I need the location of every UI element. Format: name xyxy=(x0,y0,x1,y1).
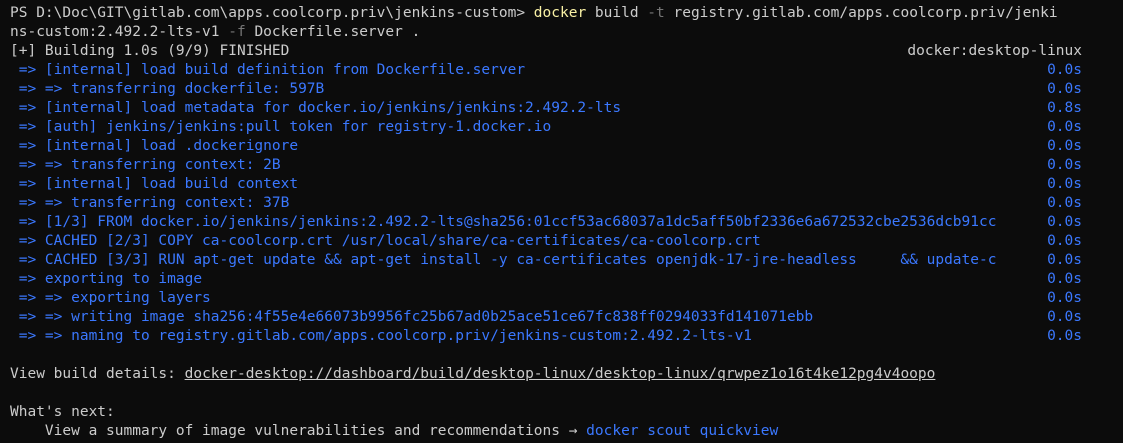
build-step-time: 0.0s xyxy=(1047,138,1082,154)
build-step-time: 0.0s xyxy=(1047,328,1082,344)
build-step-time: 0.0s xyxy=(1047,62,1082,78)
flag-t: -t xyxy=(647,5,665,21)
build-step-text: => => transferring dockerfile: 597B xyxy=(10,81,325,97)
build-step: => => transferring dockerfile: 597B 0.0s xyxy=(10,80,1082,99)
prompt-path: PS D:\Doc\GIT\gitlab.com\apps.coolcorp.p… xyxy=(10,5,534,21)
command-docker: docker xyxy=(533,5,587,21)
build-step-text: => => naming to registry.gitlab.com/apps… xyxy=(10,328,753,344)
command-line-2: ns-custom:2.492.2-lts-v1 -f Dockerfile.s… xyxy=(10,23,1123,42)
build-step-time: 0.0s xyxy=(1047,271,1082,287)
build-step-time: 0.0s xyxy=(1047,309,1082,325)
build-step: => => exporting layers 0.0s xyxy=(10,289,1082,308)
build-step-text: => => writing image sha256:4f55e4e66073b… xyxy=(10,309,814,325)
build-context: docker:desktop-linux xyxy=(907,43,1082,59)
build-step-time: 0.0s xyxy=(1047,195,1082,211)
build-step: => CACHED [3/3] RUN apt-get update && ap… xyxy=(10,251,1082,270)
terminal-window[interactable]: PS D:\Doc\GIT\gitlab.com\apps.coolcorp.p… xyxy=(0,0,1123,443)
build-step: => => naming to registry.gitlab.com/apps… xyxy=(10,327,1082,346)
build-step: => [internal] load build definition from… xyxy=(10,61,1082,80)
build-step-time: 0.0s xyxy=(1047,81,1082,97)
build-step-time: 0.0s xyxy=(1047,233,1082,249)
build-step-text: => [internal] load metadata for docker.i… xyxy=(10,100,622,116)
build-step-text: => [internal] load build definition from… xyxy=(10,62,526,78)
scout-quickview-command: docker scout quickview xyxy=(586,423,779,439)
build-step-text: => CACHED [2/3] COPY ca-coolcorp.crt /us… xyxy=(10,233,761,249)
build-step-time: 0.8s xyxy=(1047,100,1082,116)
build-step: => CACHED [2/3] COPY ca-coolcorp.crt /us… xyxy=(10,232,1082,251)
build-step: => [1/3] FROM docker.io/jenkins/jenkins:… xyxy=(10,213,1082,232)
build-status-line: [+] Building 1.0s (9/9) FINISHED docker:… xyxy=(10,42,1082,61)
build-step-text: => [internal] load .dockerignore xyxy=(10,138,299,154)
image-tag-part2: ns-custom:2.492.2-lts-v1 xyxy=(10,24,229,40)
build-step-time: 0.0s xyxy=(1047,252,1082,268)
dockerfile-arg: Dockerfile.server . xyxy=(245,24,421,40)
build-details-label: View build details: xyxy=(10,366,185,382)
build-step-time: 0.0s xyxy=(1047,290,1082,306)
image-tag-part1: registry.gitlab.com/apps.coolcorp.priv/j… xyxy=(664,5,1058,21)
build-step: => [internal] load .dockerignore 0.0s xyxy=(10,137,1082,156)
build-step-time: 0.0s xyxy=(1047,214,1082,230)
build-step: => [auth] jenkins/jenkins:pull token for… xyxy=(10,118,1082,137)
build-step: => [internal] load build context 0.0s xyxy=(10,175,1082,194)
build-step-time: 0.0s xyxy=(1047,119,1082,135)
build-step-text: => [1/3] FROM docker.io/jenkins/jenkins:… xyxy=(10,214,997,230)
build-step-text: => [auth] jenkins/jenkins:pull token for… xyxy=(10,119,552,135)
whats-next-item: View a summary of image vulnerabilities … xyxy=(10,422,1123,441)
build-step-time: 0.0s xyxy=(1047,176,1082,192)
build-step-text: => CACHED [3/3] RUN apt-get update && ap… xyxy=(10,252,997,268)
whats-next-heading: What's next: xyxy=(10,404,115,420)
flag-f: -f xyxy=(228,24,246,40)
build-step-text: => => exporting layers xyxy=(10,290,211,306)
build-step-time: 0.0s xyxy=(1047,157,1082,173)
build-step: => => writing image sha256:4f55e4e66073b… xyxy=(10,308,1082,327)
build-step: => [internal] load metadata for docker.i… xyxy=(10,99,1082,118)
build-step-text: => exporting to image xyxy=(10,271,203,287)
build-step-text: => [internal] load build context xyxy=(10,176,299,192)
build-step: => => transferring context: 37B 0.0s xyxy=(10,194,1082,213)
build-step: => => transferring context: 2B 0.0s xyxy=(10,156,1082,175)
command-line-1: PS D:\Doc\GIT\gitlab.com\apps.coolcorp.p… xyxy=(10,4,1123,23)
build-summary: [+] Building 1.0s (9/9) FINISHED xyxy=(10,43,290,59)
build-details-line: View build details: docker-desktop://das… xyxy=(10,365,1123,384)
command-args: build xyxy=(586,5,648,21)
build-step: => exporting to image 0.0s xyxy=(10,270,1082,289)
build-details-link[interactable]: docker-desktop://dashboard/build/desktop… xyxy=(185,366,936,382)
build-step-text: => => transferring context: 2B xyxy=(10,157,281,173)
build-step-text: => => transferring context: 37B xyxy=(10,195,290,211)
whats-next-text: View a summary of image vulnerabilities … xyxy=(10,423,587,439)
